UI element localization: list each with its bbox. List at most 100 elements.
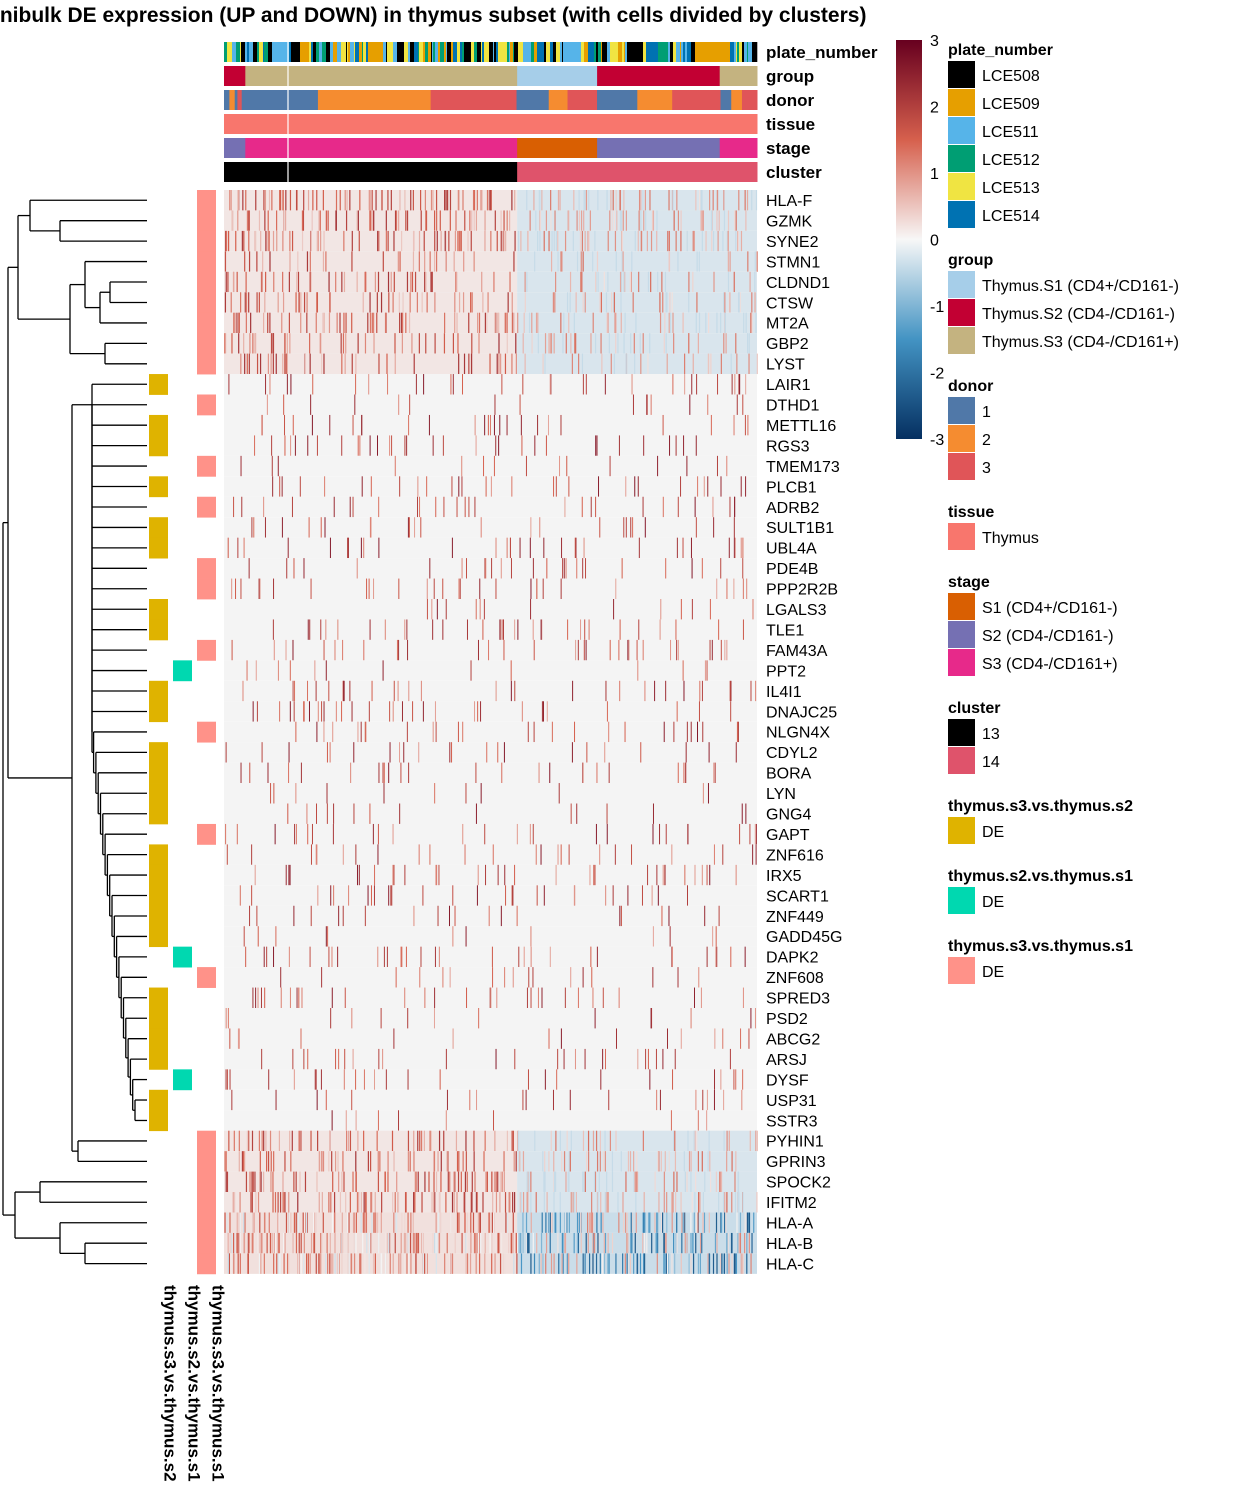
row-annotation-cell — [197, 230, 216, 252]
heatmap-cell — [369, 619, 371, 640]
heatmap-cell — [599, 1130, 601, 1152]
heatmap-cell — [755, 1130, 757, 1152]
heatmap-cell — [748, 1212, 751, 1233]
legend-title: cluster — [948, 700, 1000, 717]
heatmap-row-GZMK — [224, 210, 757, 231]
heatmap-cell — [658, 1192, 660, 1213]
legend-tissue: tissueThymus — [948, 504, 1039, 550]
heatmap-cell — [470, 660, 472, 681]
heatmap-cell — [238, 312, 240, 334]
heatmap-cell — [524, 271, 526, 293]
heatmap-cell — [661, 905, 663, 927]
heatmap-cell — [563, 1048, 565, 1070]
heatmap-cell — [647, 271, 650, 293]
heatmap-cell — [376, 1212, 379, 1233]
heatmap-cell — [328, 1192, 330, 1213]
heatmap-cell — [555, 1171, 557, 1193]
heatmap-cell — [720, 1069, 722, 1090]
heatmap-cell — [474, 1171, 476, 1193]
heatmap-cell — [571, 742, 573, 763]
heatmap-cell — [626, 1212, 628, 1233]
heatmap-cell — [680, 230, 682, 252]
heatmap-cell — [412, 251, 415, 272]
heatmap-cell — [592, 1253, 594, 1274]
heatmap-cell — [715, 1171, 717, 1193]
heatmap-cell — [502, 619, 504, 640]
annotation-cell — [467, 42, 472, 62]
heatmap-cell — [329, 1130, 331, 1152]
heatmap-cell — [513, 312, 515, 334]
heatmap-cell — [392, 292, 394, 313]
heatmap-cell — [504, 1253, 506, 1274]
heatmap-cell — [371, 312, 373, 334]
heatmap-cell — [615, 1253, 617, 1274]
heatmap-cell — [716, 578, 718, 599]
heatmap-cell — [546, 558, 548, 579]
heatmap-cell — [231, 1089, 233, 1111]
heatmap-cell — [329, 1232, 331, 1254]
heatmap-cell — [485, 1171, 487, 1193]
gene-label: ZNF608 — [766, 970, 824, 987]
heatmap-cell — [292, 639, 294, 661]
heatmap-cell — [363, 1192, 365, 1213]
heatmap-cell — [388, 885, 390, 906]
heatmap-cell — [225, 823, 227, 845]
legend-title: group — [948, 252, 994, 269]
heatmap-cell — [512, 1130, 514, 1152]
heatmap-cell — [468, 312, 470, 334]
heatmap-cell — [260, 230, 262, 252]
heatmap-cell — [753, 1212, 755, 1233]
heatmap-cell — [509, 537, 511, 559]
heatmap-cell — [671, 1212, 673, 1233]
annotation-cell — [404, 42, 409, 62]
gene-label: SPOCK2 — [766, 1175, 831, 1192]
heatmap-cell — [457, 721, 459, 743]
heatmap-cell — [499, 1192, 501, 1213]
heatmap-cell — [692, 353, 694, 375]
heatmap-cell — [668, 190, 670, 211]
heatmap-cell — [369, 292, 371, 313]
heatmap-cell — [407, 1151, 409, 1172]
heatmap-row-LYST — [224, 353, 758, 375]
heatmap-cell — [625, 476, 627, 497]
heatmap-cell — [600, 292, 603, 313]
heatmap-cell — [619, 190, 621, 211]
heatmap-cell — [386, 353, 388, 375]
heatmap-cell — [462, 1151, 464, 1172]
annotation-cell — [477, 42, 482, 62]
heatmap-row-NLGN4X — [224, 721, 757, 743]
heatmap-cell — [546, 701, 548, 722]
heatmap-cell — [443, 496, 445, 518]
heatmap-cell — [281, 517, 283, 538]
heatmap-cell — [483, 599, 485, 620]
gene-label: TMEM173 — [766, 459, 840, 476]
legend-swatch — [948, 887, 975, 914]
heatmap-cell — [518, 946, 520, 968]
heatmap-cell — [349, 190, 351, 211]
heatmap-cell — [351, 230, 353, 252]
heatmap-cell — [300, 292, 302, 313]
heatmap-cell — [682, 537, 684, 559]
heatmap-cell — [512, 1232, 514, 1254]
heatmap-cell — [514, 864, 516, 886]
heatmap-cell — [673, 1171, 675, 1193]
heatmap-cell — [404, 435, 406, 456]
heatmap-cell — [440, 1151, 442, 1172]
heatmap-cell — [697, 1110, 699, 1131]
heatmap-cell — [387, 1151, 389, 1172]
heatmap-cell — [470, 292, 472, 313]
heatmap-cell — [306, 251, 309, 272]
heatmap-cell — [233, 496, 235, 518]
heatmap-cell — [699, 1192, 701, 1213]
heatmap-cell — [718, 619, 720, 640]
legend-swatch — [948, 719, 975, 746]
heatmap-cell — [701, 680, 703, 702]
heatmap-cell — [505, 230, 507, 252]
heatmap-cell — [728, 537, 730, 559]
heatmap-cell — [575, 292, 577, 313]
heatmap-cell — [295, 1232, 298, 1254]
heatmap-cell — [280, 987, 282, 1008]
heatmap-cell — [677, 251, 679, 272]
heatmap-cell — [604, 1232, 607, 1254]
legend-item-label: 13 — [982, 726, 1000, 743]
